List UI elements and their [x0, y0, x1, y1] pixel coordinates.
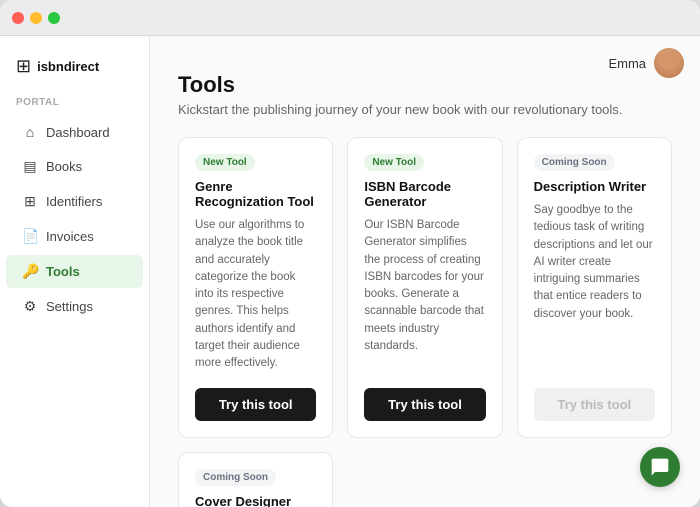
titlebar	[0, 0, 700, 36]
cards-grid: New Tool Genre Recognization Tool Use ou…	[178, 137, 672, 438]
sidebar-item-identifiers[interactable]: ⊞ Identifiers	[6, 185, 143, 218]
settings-icon: ⚙	[22, 298, 38, 315]
maximize-dot[interactable]	[48, 12, 60, 24]
main-content: Emma Tools Kickstart the publishing jour…	[150, 36, 700, 507]
sidebar-item-invoices[interactable]: 📄 Invoices	[6, 220, 143, 253]
page-subtitle: Kickstart the publishing journey of your…	[178, 102, 672, 117]
badge-new-2: New Tool	[364, 154, 424, 171]
close-dot[interactable]	[12, 12, 24, 24]
invoices-icon: 📄	[22, 228, 38, 245]
sidebar-item-label: Tools	[46, 264, 80, 279]
try-tool-button-1[interactable]: Try this tool	[195, 388, 316, 421]
card-desc-3: Say goodbye to the tedious task of writi…	[534, 202, 655, 372]
card-cover-designer: Coming Soon Cover Designer Our AI Cover …	[178, 452, 333, 507]
minimize-dot[interactable]	[30, 12, 42, 24]
logo-text: isbndirect	[37, 59, 99, 74]
sidebar-item-label: Invoices	[46, 229, 94, 244]
header-row: Emma	[608, 48, 684, 78]
sidebar-item-label: Settings	[46, 299, 93, 314]
card-title-1: Genre Recognization Tool	[195, 179, 316, 209]
page-title: Tools	[178, 72, 672, 98]
try-tool-button-3: Try this tool	[534, 388, 655, 421]
sidebar-item-settings[interactable]: ⚙ Settings	[6, 290, 143, 323]
sidebar-item-label: Dashboard	[46, 125, 110, 140]
chat-icon	[650, 457, 670, 477]
badge-coming-soon-2: Coming Soon	[195, 469, 276, 486]
card-title-2: ISBN Barcode Generator	[364, 179, 485, 209]
try-tool-button-2[interactable]: Try this tool	[364, 388, 485, 421]
logo-icon: ⊞	[16, 56, 31, 77]
card-title-4: Cover Designer	[195, 494, 316, 507]
user-info: Emma	[608, 48, 684, 78]
sidebar: ⊞ isbndirect Portal ⌂ Dashboard ▤ Books …	[0, 36, 150, 507]
app-window: ⊞ isbndirect Portal ⌂ Dashboard ▤ Books …	[0, 0, 700, 507]
user-name: Emma	[608, 56, 646, 71]
card-desc-2: Our ISBN Barcode Generator simplifies th…	[364, 217, 485, 372]
card-desc-1: Use our algorithms to analyze the book t…	[195, 217, 316, 372]
badge-coming-soon-1: Coming Soon	[534, 154, 615, 171]
bottom-cards-row: Coming Soon Cover Designer Our AI Cover …	[178, 452, 672, 507]
app-body: ⊞ isbndirect Portal ⌂ Dashboard ▤ Books …	[0, 36, 700, 507]
card-genre-tool: New Tool Genre Recognization Tool Use ou…	[178, 137, 333, 438]
card-title-3: Description Writer	[534, 179, 655, 194]
chat-bubble-button[interactable]	[640, 447, 680, 487]
avatar-face	[654, 48, 684, 78]
card-isbn-generator: New Tool ISBN Barcode Generator Our ISBN…	[347, 137, 502, 438]
identifiers-icon: ⊞	[22, 193, 38, 210]
sidebar-item-label: Books	[46, 159, 82, 174]
logo: ⊞ isbndirect	[0, 56, 149, 97]
badge-new-1: New Tool	[195, 154, 255, 171]
tools-icon: 🔑	[22, 263, 38, 280]
home-icon: ⌂	[22, 124, 38, 140]
card-description-writer: Coming Soon Description Writer Say goodb…	[517, 137, 672, 438]
avatar	[654, 48, 684, 78]
sidebar-section-label: Portal	[0, 97, 149, 116]
sidebar-item-label: Identifiers	[46, 194, 102, 209]
sidebar-item-dashboard[interactable]: ⌂ Dashboard	[6, 116, 143, 148]
books-icon: ▤	[22, 158, 38, 175]
sidebar-item-books[interactable]: ▤ Books	[6, 150, 143, 183]
sidebar-item-tools[interactable]: 🔑 Tools	[6, 255, 143, 288]
